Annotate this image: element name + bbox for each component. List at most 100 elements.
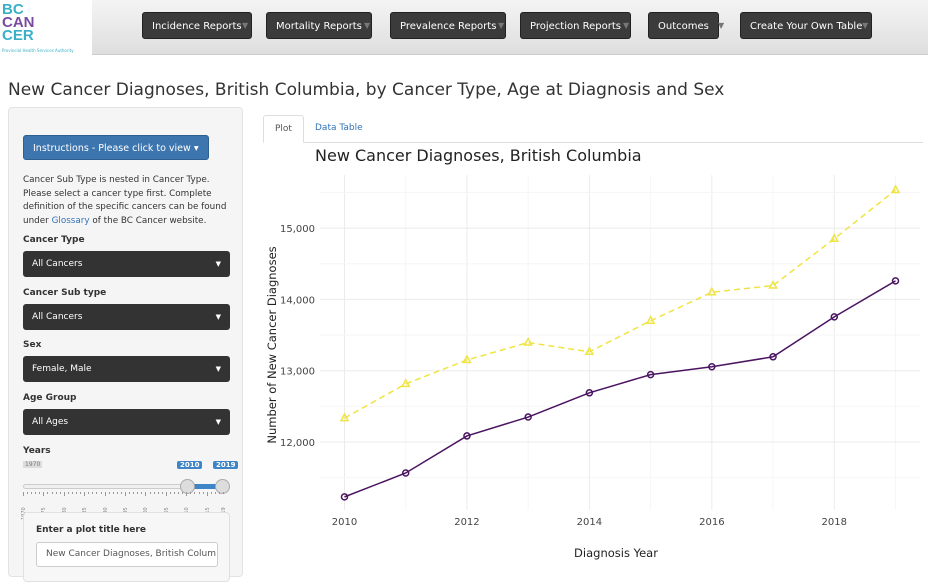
slider-tick	[198, 492, 200, 494]
nav-projection-reports[interactable]: Projection Reports	[520, 12, 631, 39]
select-value: All Ages	[32, 417, 69, 427]
y-tick-label: 15,000	[280, 224, 315, 235]
slider-tick	[169, 492, 171, 494]
slider-min-label: 1970	[23, 461, 43, 468]
caret-down-icon[interactable]: ▼	[718, 12, 724, 39]
slider-tick	[67, 492, 69, 494]
slider-tick	[120, 492, 122, 494]
slider-tick	[96, 492, 98, 494]
slider-tick	[218, 492, 220, 494]
instructions-button[interactable]: Instructions - Please click to view ▾	[23, 135, 209, 160]
slider-tick	[88, 492, 90, 494]
slider-tick	[214, 492, 216, 494]
age-group-select[interactable]: All Ages ▼	[23, 409, 230, 435]
slider-tick	[47, 492, 49, 494]
years-slider[interactable]: 1970 2010 2019 1970197519801985199019952…	[21, 458, 239, 520]
years-label: Years	[23, 446, 51, 456]
select-value: Female, Male	[32, 364, 92, 374]
cancer-type-label: Cancer Type	[23, 235, 85, 245]
tab-data-table[interactable]: Data Table	[304, 115, 374, 143]
slider-tick	[206, 492, 208, 496]
slider-from-label: 2010	[177, 461, 203, 469]
slider-tick	[210, 492, 212, 494]
nav-prevalence-reports[interactable]: Prevalence Reports	[390, 12, 507, 39]
slider-tick	[23, 492, 24, 496]
logo-subtitle: Provincial Health Services Authority	[2, 48, 74, 53]
desc-text: of the BC Cancer website.	[89, 215, 207, 226]
slider-tick	[182, 492, 184, 494]
x-tick-label: 2014	[577, 517, 602, 528]
slider-tick	[92, 492, 94, 494]
slider-tick	[100, 492, 102, 494]
slider-tick	[202, 492, 204, 494]
slider-tick	[108, 492, 110, 494]
slider-tick	[27, 492, 29, 494]
series-line-1	[344, 280, 896, 498]
caret-down-icon[interactable]: ▼	[623, 12, 629, 39]
slider-tick	[84, 492, 86, 496]
slider-tick	[76, 492, 78, 494]
slider-tick	[112, 492, 114, 494]
y-tick-label: 14,000	[280, 295, 315, 306]
caret-down-icon: ▼	[215, 260, 221, 268]
glossary-link[interactable]: Glossary	[52, 216, 90, 226]
slider-tick	[125, 492, 127, 496]
tabs: Plot Data Table	[263, 115, 923, 143]
cancer-type-select[interactable]: All Cancers ▼	[23, 251, 230, 277]
slider-tick	[149, 492, 151, 494]
slider-tick	[194, 492, 196, 494]
slider-tick	[39, 492, 41, 494]
slider-tick	[174, 492, 176, 494]
x-tick-label: 2018	[822, 517, 847, 528]
sidebar: Instructions - Please click to view ▾ Ca…	[8, 107, 243, 582]
slider-tick	[129, 492, 131, 494]
caret-down-icon[interactable]: ▼	[862, 12, 868, 39]
slider-tick	[157, 492, 159, 494]
description: Cancer Sub Type is nested in Cancer Type…	[23, 174, 233, 228]
logo-line: CER	[2, 27, 34, 44]
slider-tick	[31, 492, 33, 494]
select-value: All Cancers	[32, 312, 83, 322]
slider-tick	[59, 492, 61, 494]
plot-title-panel: Enter a plot title here New Cancer Diagn…	[23, 512, 230, 582]
slider-tick	[137, 492, 139, 494]
caret-down-icon[interactable]: ▼	[364, 12, 370, 39]
slider-tick	[71, 492, 73, 494]
page-title: New Cancer Diagnoses, British Columbia, …	[8, 80, 725, 100]
slider-tick	[165, 492, 167, 496]
plot-title-label: Enter a plot title here	[36, 525, 146, 535]
age-group-label: Age Group	[23, 393, 77, 403]
nav-create-table[interactable]: Create Your Own Table	[740, 12, 873, 39]
slider-tick	[116, 492, 118, 494]
nav-mortality-reports[interactable]: Mortality Reports	[266, 12, 372, 39]
slider-tick	[43, 492, 45, 496]
slider-tick	[178, 492, 180, 494]
slider-tick	[51, 492, 53, 494]
y-tick-label: 12,000	[280, 438, 315, 449]
instructions-label: Instructions - Please click to view	[33, 143, 191, 154]
tab-plot[interactable]: Plot	[263, 115, 304, 143]
caret-down-icon: ▼	[215, 313, 221, 321]
slider-tick	[145, 492, 147, 496]
slider-tick	[80, 492, 82, 494]
nav-incidence-reports[interactable]: Incidence Reports	[142, 12, 252, 39]
slider-to-label: 2019	[213, 461, 239, 469]
slider-tick	[190, 492, 192, 494]
line-chart: New Cancer Diagnoses, British Columbia 20…	[265, 146, 920, 560]
top-navbar: BC CAN CER Provincial Health Services Au…	[0, 0, 928, 55]
sub-type-select[interactable]: All Cancers ▼	[23, 304, 230, 330]
y-axis-label: Number of New Cancer Diagnoses	[265, 246, 279, 443]
slider-tick	[153, 492, 155, 494]
x-tick-label: 2012	[454, 517, 479, 528]
caret-down-icon: ▼	[215, 365, 221, 373]
caret-down-icon[interactable]: ▼	[242, 12, 248, 39]
sex-select[interactable]: Female, Male ▼	[23, 356, 230, 382]
caret-down-icon[interactable]: ▼	[498, 12, 504, 39]
nav-outcomes[interactable]: Outcomes	[648, 12, 719, 39]
bc-cancer-logo[interactable]: BC CAN CER Provincial Health Services Au…	[0, 0, 92, 55]
x-axis-label: Diagnosis Year	[574, 546, 658, 560]
select-value: All Cancers	[32, 259, 83, 269]
slider-tick	[186, 492, 188, 496]
plot-title-input[interactable]: New Cancer Diagnoses, British Colum	[36, 542, 218, 567]
chart-title: New Cancer Diagnoses, British Columbia	[315, 146, 642, 165]
